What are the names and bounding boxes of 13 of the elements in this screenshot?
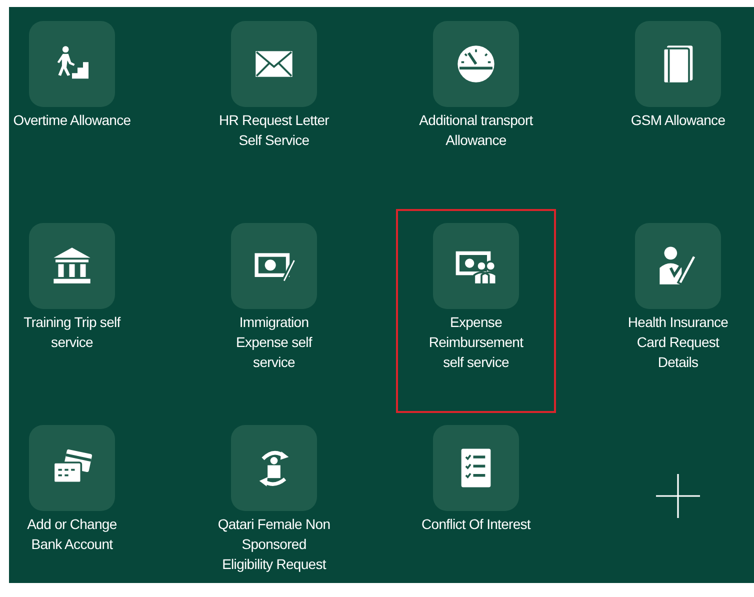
- add-button[interactable]: [655, 473, 701, 519]
- app-launcher-button[interactable]: Immigration Expense self service: [194, 209, 354, 413]
- app-launcher-button[interactable]: Qatari Female Non Sponsored Eligibility Request: [194, 411, 354, 583]
- app-launcher-button[interactable]: Additional transport Allowance: [396, 7, 556, 211]
- app-launcher-button[interactable]: Add or Change Bank Account: [9, 411, 152, 583]
- app-launcher-button[interactable]: Overtime Allowance: [9, 7, 152, 211]
- app-launcher-button[interactable]: GSM Allowance: [598, 7, 754, 211]
- plus-icon: [655, 473, 701, 519]
- app-launcher-button[interactable]: Training Trip self service: [9, 209, 152, 413]
- app-launcher-button[interactable]: Expense Reimbursement self service: [396, 209, 556, 413]
- app-launcher-button[interactable]: Conflict Of Interest: [396, 411, 556, 583]
- app-launcher-button[interactable]: HR Request Letter Self Service: [194, 7, 354, 211]
- app-launcher-button[interactable]: Health Insurance Card Request Details: [598, 209, 754, 413]
